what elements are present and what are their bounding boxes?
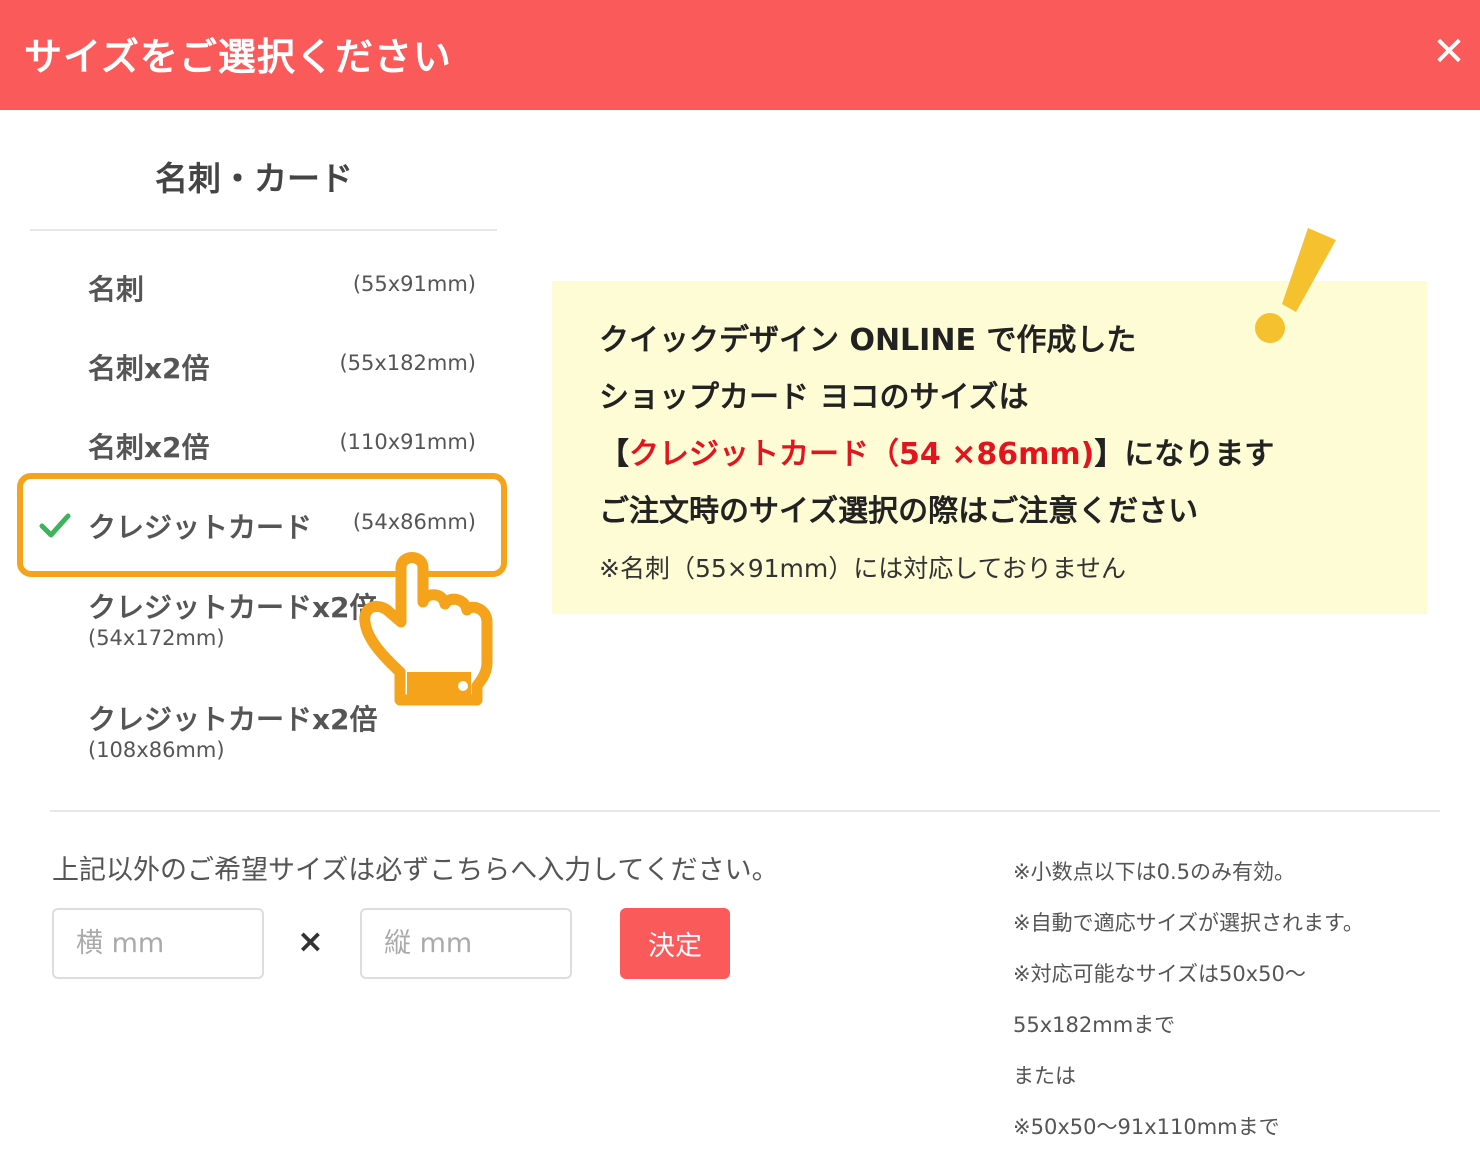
category-divider	[30, 229, 497, 231]
times-icon: ×	[297, 922, 324, 960]
custom-size-label: 上記以外のご希望サイズは必ずこちらへ入力してください。	[52, 855, 779, 886]
note-text: または	[1013, 1064, 1076, 1088]
size-option-name: クレジットカードx2倍	[88, 703, 378, 736]
size-option-dimension: (110x91mm)	[339, 430, 476, 454]
size-option-dimension: (54x172mm)	[88, 626, 225, 650]
size-option-name: 名刺	[88, 273, 145, 306]
note-text: ※小数点以下は0.5のみ有効。	[1013, 860, 1295, 884]
size-option-name: 名刺x2倍	[88, 431, 210, 464]
size-option-dimension: (54x86mm)	[352, 510, 476, 534]
submit-button[interactable]: 決定	[620, 908, 730, 979]
notice-line-highlight: 【クレジットカード（54 ×86mm)】になります	[599, 429, 1274, 473]
notice-size-name: クレジットカード（54 ×86mm)	[629, 437, 1095, 472]
exclamation-icon	[1255, 228, 1336, 343]
close-icon: ✕	[1432, 29, 1466, 75]
size-option-name: クレジットカード	[88, 511, 313, 544]
size-option-meishi-x2-wide[interactable]: 名刺x2倍 (110x91mm)	[30, 426, 490, 466]
notice-footnote: ※名刺（55×91mm）には対応しておりません	[599, 554, 1126, 583]
width-input[interactable]	[52, 908, 264, 979]
size-option-meishi-x2-tall[interactable]: 名刺x2倍 (55x182mm)	[30, 347, 490, 387]
note-text: ※自動で適応サイズが選択されます。	[1013, 911, 1364, 935]
modal-title: サイズをご選択ください	[24, 35, 452, 79]
notice-line: クイックデザイン ONLINE で作成した	[599, 323, 1137, 358]
bracket-open: 【	[599, 437, 629, 472]
size-option-dimension: (55x91mm)	[352, 272, 476, 296]
notice-line: ショップカード ヨコのサイズは	[599, 380, 1029, 415]
size-option-dimension: (55x182mm)	[339, 351, 476, 375]
note-text: ※対応可能なサイズは50x50〜	[1013, 962, 1306, 986]
bracket-close-text: 】になります	[1094, 437, 1275, 472]
size-option-meishi[interactable]: 名刺 (55x91mm)	[30, 268, 490, 308]
modal-header: サイズをご選択ください ✕	[0, 0, 1480, 110]
size-option-dimension: (108x86mm)	[88, 738, 225, 762]
notice-line: ご注文時のサイズ選択の際はご注意ください	[599, 494, 1199, 529]
pointing-hand-icon	[359, 552, 493, 706]
height-input[interactable]	[360, 908, 572, 979]
close-button[interactable]: ✕	[1432, 30, 1466, 74]
size-option-name: クレジットカードx2倍	[88, 591, 378, 624]
category-title: 名刺・カード	[155, 159, 353, 198]
note-text: ※50x50〜91x110mmまで	[1013, 1115, 1280, 1139]
section-divider	[50, 810, 1440, 812]
note-text: 55x182mmまで	[1013, 1013, 1176, 1037]
size-option-name: 名刺x2倍	[88, 352, 210, 385]
check-icon	[39, 513, 71, 538]
